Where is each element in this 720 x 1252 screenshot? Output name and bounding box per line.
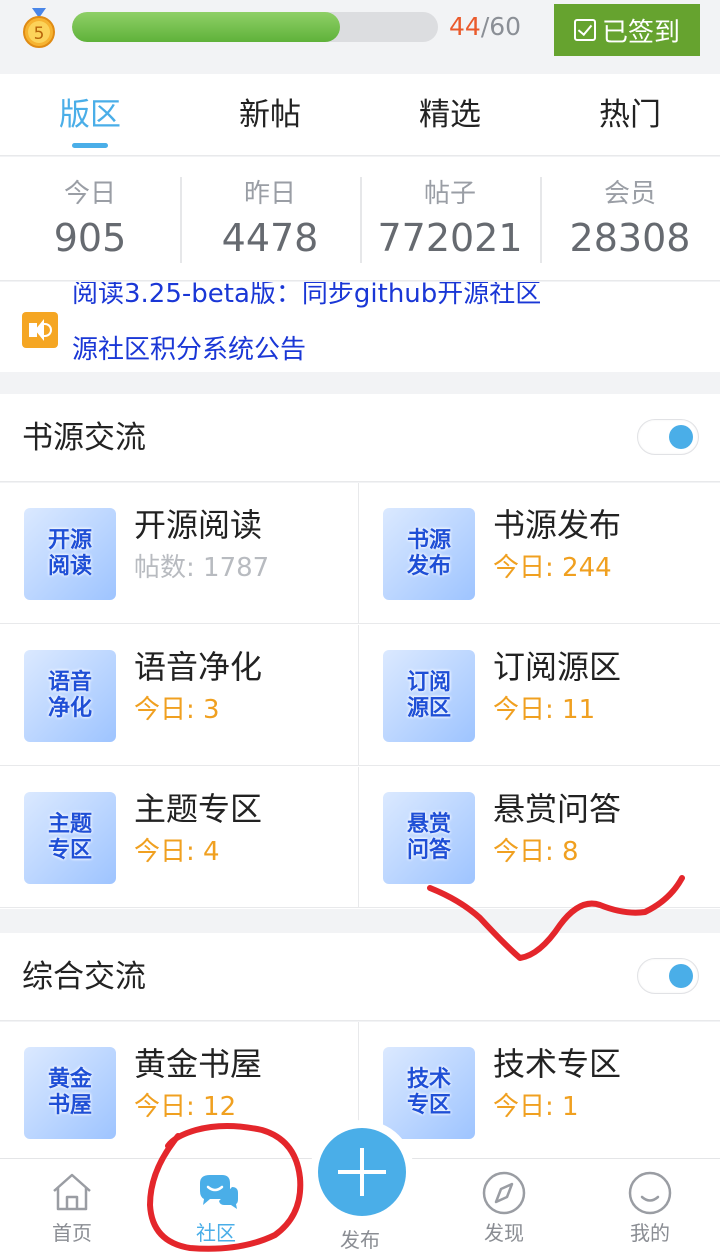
compass-icon (482, 1171, 526, 1215)
progress-fill (72, 12, 341, 42)
board-name: 订阅源区 (493, 648, 622, 686)
tab-new-posts[interactable]: 新帖 (180, 74, 360, 155)
board-zhuti-zhuanqu[interactable]: 主题 专区 主题专区 今日: 4 (0, 767, 359, 908)
smile-icon (628, 1171, 672, 1215)
app-screen: 5 44/60 已签到 版区 新帖 精选 热门 今日 905 昨日 4478 帖… (0, 0, 720, 1252)
board-name: 开源阅读 (134, 506, 263, 544)
board-name: 主题专区 (134, 790, 263, 828)
board-jishu-zhuanqu[interactable]: 技术 专区 技术专区 今日: 1 (359, 1022, 720, 1163)
level-bar: 5 44/60 已签到 (0, 0, 720, 74)
board-shuyuan-fabu[interactable]: 书源 发布 书源发布 今日: 244 (359, 483, 720, 624)
checkin-button[interactable]: 已签到 (554, 4, 700, 56)
progress-total: /60 (480, 12, 522, 41)
section-toggle[interactable] (637, 419, 699, 455)
section-toggle[interactable] (637, 958, 699, 994)
checkin-label: 已签到 (601, 17, 680, 48)
board-icon: 主题 专区 (24, 792, 116, 884)
medal-level: 5 (34, 24, 45, 44)
nav-label: 我的 (630, 1221, 670, 1245)
board-name: 技术专区 (493, 1045, 622, 1083)
publish-label: 发布 (340, 1228, 380, 1252)
stat-label: 帖子 (423, 179, 476, 209)
progress-text: 44/60 (449, 12, 521, 42)
board-icon: 技术 专区 (383, 1047, 475, 1139)
board-name: 书源发布 (493, 506, 622, 544)
stat-yesterday: 昨日 4478 (180, 157, 360, 280)
tab-bar: 版区 新帖 精选 热门 (0, 74, 720, 156)
board-xuanshang-wenda[interactable]: 悬赏 问答 悬赏问答 今日: 8 (359, 767, 720, 908)
board-icon: 黄金 书屋 (24, 1047, 116, 1139)
progress-current: 44 (449, 12, 481, 41)
board-meta: 今日: 8 (493, 837, 579, 867)
board-icon: 书源 发布 (383, 508, 475, 600)
board-meta: 今日: 1 (493, 1092, 579, 1122)
tab-boards[interactable]: 版区 (0, 74, 180, 155)
nav-label: 首页 (52, 1221, 92, 1245)
board-icon: 开源 阅读 (24, 508, 116, 600)
medal-icon: 5 (23, 8, 55, 48)
tab-featured[interactable]: 精选 (360, 74, 540, 155)
section-title: 书源交流 (22, 420, 146, 456)
section-header-general: 综合交流 (0, 933, 720, 1021)
speaker-icon (22, 312, 58, 348)
stat-value: 772021 (377, 216, 523, 260)
stat-members: 会员 28308 (540, 157, 720, 280)
board-meta: 今日: 11 (493, 695, 596, 725)
board-yuyin-jinghua[interactable]: 语音 净化 语音净化 今日: 3 (0, 625, 359, 766)
board-icon: 订阅 源区 (383, 650, 475, 742)
board-meta: 今日: 4 (134, 837, 220, 867)
section-title: 综合交流 (22, 959, 146, 995)
board-meta: 今日: 3 (134, 695, 220, 725)
announcement-text-next[interactable]: 源社区积分系统公告 (72, 334, 306, 366)
announcement-text[interactable]: 阅读3.25-beta版：同步github开源社区 (72, 282, 541, 310)
publish-button[interactable] (318, 1128, 406, 1216)
board-meta: 今日: 12 (134, 1092, 237, 1122)
stat-value: 905 (53, 216, 127, 260)
stat-label: 昨日 (243, 179, 296, 209)
board-icon: 悬赏 问答 (383, 792, 475, 884)
nav-discover[interactable]: 发现 (454, 1159, 554, 1252)
stat-value: 28308 (569, 216, 691, 260)
tab-hot[interactable]: 热门 (540, 74, 720, 155)
board-meta: 今日: 244 (493, 553, 612, 583)
nav-label: 发现 (484, 1221, 524, 1245)
chat-icon (200, 1175, 238, 1209)
home-icon (53, 1173, 91, 1211)
board-grid-book-sources: 开源 阅读 开源阅读 帖数: 1787 书源 发布 书源发布 今日: 244 语音净… (0, 483, 720, 909)
board-huangjin-shuwu[interactable]: 黄金 书屋 黄金书屋 今日: 12 (0, 1022, 359, 1163)
stat-value: 4478 (221, 216, 319, 260)
board-dingyue-yuanqu[interactable]: 订阅 源区 订阅源区 今日: 11 (359, 625, 720, 766)
stat-label: 会员 (603, 179, 656, 209)
stat-today: 今日 905 (0, 157, 180, 280)
board-name: 黄金书屋 (134, 1045, 263, 1083)
progress-bar (72, 12, 438, 42)
board-icon: 语音 净化 (24, 650, 116, 742)
stat-label: 今日 (63, 179, 116, 209)
board-meta: 帖数: 1787 (134, 553, 270, 583)
board-kaiyuan-yuedu[interactable]: 开源 阅读 开源阅读 帖数: 1787 (0, 483, 359, 624)
nav-community[interactable]: 社区 (166, 1159, 266, 1252)
nav-label: 社区 (196, 1221, 236, 1245)
nav-profile[interactable]: 我的 (600, 1159, 700, 1252)
board-name: 悬赏问答 (493, 790, 622, 828)
forum-stats: 今日 905 昨日 4478 帖子 772021 会员 28308 (0, 157, 720, 281)
checkbox-icon (573, 19, 596, 41)
nav-home[interactable]: 首页 (22, 1159, 122, 1252)
announcement-banner[interactable]: 阅读3.25-beta版：同步github开源社区 源社区积分系统公告 (0, 282, 720, 372)
section-header-book-sources: 书源交流 (0, 394, 720, 482)
board-name: 语音净化 (134, 648, 263, 686)
stat-posts: 帖子 772021 (360, 157, 540, 280)
